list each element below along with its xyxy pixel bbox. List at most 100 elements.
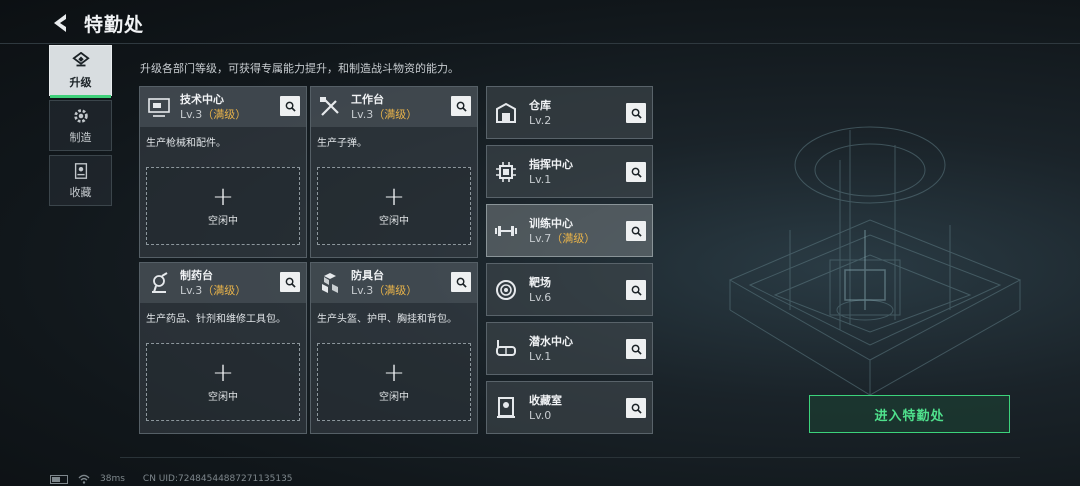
facility-name: 训练中心 bbox=[529, 216, 573, 230]
frame-top-line bbox=[0, 43, 1080, 44]
card-title: 制药台 bbox=[180, 269, 213, 282]
card-header: 工作台 Lv.3（满级） bbox=[311, 87, 477, 127]
card-title: 防具台 bbox=[351, 269, 384, 282]
card-level: Lv.3（满级） bbox=[180, 284, 247, 297]
card-header: 制药台 Lv.3（满级） bbox=[140, 263, 306, 303]
detail-search-button[interactable] bbox=[626, 221, 646, 241]
detail-search-button[interactable] bbox=[626, 339, 646, 359]
facility-level: Lv.2 bbox=[529, 113, 552, 127]
base-wireframe-art bbox=[728, 126, 1022, 396]
card-description: 生产头盔、护甲、胸挂和背包。 bbox=[317, 314, 457, 325]
facility-item-warehouse[interactable]: 仓库 Lv.2 bbox=[486, 86, 653, 139]
dumbbell-icon bbox=[493, 218, 519, 244]
display-case-icon bbox=[493, 395, 519, 421]
idle-production-slot[interactable]: + 空闲中 bbox=[146, 343, 300, 421]
card-level: Lv.3（满级） bbox=[180, 108, 247, 121]
detail-search-button[interactable] bbox=[626, 280, 646, 300]
back-arrow-icon bbox=[54, 14, 66, 32]
facility-name: 仓库 bbox=[529, 98, 551, 112]
search-icon bbox=[456, 277, 467, 288]
card-description: 生产药品、针剂和维修工具包。 bbox=[146, 314, 286, 325]
detail-search-button[interactable] bbox=[626, 103, 646, 123]
command-chip-icon bbox=[493, 159, 519, 185]
search-icon bbox=[631, 108, 642, 119]
facility-card-tech-center[interactable]: 技术中心 Lv.3（满级） 生产枪械和配件。 + 空闲中 bbox=[139, 86, 307, 258]
page-subtitle: 升级各部门等级，可获得专属能力提升，和制造战斗物资的能力。 bbox=[140, 62, 459, 75]
facility-item-diving-center[interactable]: 潜水中心 Lv.1 bbox=[486, 322, 653, 375]
tab-collection-label: 收藏 bbox=[69, 185, 92, 199]
search-icon bbox=[631, 226, 642, 237]
facility-name: 潜水中心 bbox=[529, 334, 573, 348]
plus-icon: + bbox=[212, 181, 234, 212]
collection-icon bbox=[74, 162, 87, 179]
slot-status: 空闲中 bbox=[379, 215, 409, 227]
search-icon bbox=[631, 285, 642, 296]
header: 特勤处 bbox=[50, 8, 144, 38]
detail-search-button[interactable] bbox=[451, 96, 471, 116]
facility-name: 靶场 bbox=[529, 275, 551, 289]
page-title: 特勤处 bbox=[84, 13, 145, 36]
facility-level: Lv.6 bbox=[529, 290, 552, 304]
tab-collection[interactable]: 收藏 bbox=[49, 155, 112, 206]
slot-status: 空闲中 bbox=[379, 391, 409, 403]
wifi-icon bbox=[78, 474, 90, 484]
plus-icon: + bbox=[383, 181, 405, 212]
ping-value: 38ms bbox=[100, 474, 125, 484]
detail-search-button[interactable] bbox=[280, 96, 300, 116]
facility-card-workbench[interactable]: 工作台 Lv.3（满级） 生产子弹。 + 空闲中 bbox=[310, 86, 478, 258]
search-icon bbox=[285, 101, 296, 112]
detail-search-button[interactable] bbox=[280, 272, 300, 292]
facility-item-collection-room[interactable]: 收藏室 Lv.0 bbox=[486, 381, 653, 434]
facility-card-armor-bench[interactable]: 防具台 Lv.3（满级） 生产头盔、护甲、胸挂和背包。 + 空闲中 bbox=[310, 262, 478, 434]
enter-special-ops-button[interactable]: 进入特勤处 bbox=[809, 395, 1010, 433]
search-icon bbox=[631, 403, 642, 414]
battery-icon bbox=[50, 474, 68, 484]
facility-item-command-center[interactable]: 指挥中心 Lv.1 bbox=[486, 145, 653, 198]
idle-production-slot[interactable]: + 空闲中 bbox=[317, 167, 471, 245]
facility-level: Lv.1 bbox=[529, 172, 552, 186]
card-title: 工作台 bbox=[351, 93, 384, 106]
status-footer: 38ms CN UID:7248454488727113513​5 bbox=[50, 474, 293, 484]
gear-icon bbox=[73, 108, 88, 123]
upgrade-icon bbox=[71, 51, 90, 66]
card-header: 技术中心 Lv.3（满级） bbox=[140, 87, 306, 127]
tab-craft[interactable]: 制造 bbox=[49, 100, 112, 151]
facility-level: Lv.1 bbox=[529, 349, 552, 363]
back-button[interactable] bbox=[50, 12, 72, 34]
card-level: Lv.3（满级） bbox=[351, 108, 418, 121]
card-description: 生产枪械和配件。 bbox=[146, 138, 226, 149]
facility-card-pharmacy[interactable]: 制药台 Lv.3（满级） 生产药品、针剂和维修工具包。 + 空闲中 bbox=[139, 262, 307, 434]
tab-craft-label: 制造 bbox=[69, 130, 92, 144]
detail-search-button[interactable] bbox=[626, 398, 646, 418]
detail-search-button[interactable] bbox=[626, 162, 646, 182]
facility-name: 指挥中心 bbox=[529, 157, 573, 171]
facility-level: Lv.7（满级） bbox=[529, 231, 596, 245]
player-uid: CN UID:7248454488727113513​5 bbox=[142, 474, 293, 484]
plus-icon: + bbox=[383, 357, 405, 388]
idle-production-slot[interactable]: + 空闲中 bbox=[146, 167, 300, 245]
slot-status: 空闲中 bbox=[208, 391, 238, 403]
tab-upgrade-label: 升级 bbox=[69, 75, 92, 89]
frame-bottom-line bbox=[120, 457, 1020, 458]
search-icon bbox=[631, 344, 642, 355]
search-icon bbox=[285, 277, 296, 288]
tech-center-icon bbox=[146, 94, 172, 120]
workbench-tools-icon bbox=[317, 94, 343, 120]
facility-item-shooting-range[interactable]: 靶场 Lv.6 bbox=[486, 263, 653, 316]
card-header: 防具台 Lv.3（满级） bbox=[311, 263, 477, 303]
microscope-icon bbox=[146, 270, 172, 296]
facility-item-training-center[interactable]: 训练中心 Lv.7（满级） bbox=[486, 204, 653, 257]
target-icon bbox=[493, 277, 519, 303]
detail-search-button[interactable] bbox=[451, 272, 471, 292]
slot-status: 空闲中 bbox=[208, 215, 238, 227]
plus-icon: + bbox=[212, 357, 234, 388]
facility-name: 收藏室 bbox=[529, 393, 562, 407]
card-title: 技术中心 bbox=[180, 93, 224, 106]
facility-level: Lv.0 bbox=[529, 408, 552, 422]
card-description: 生产子弹。 bbox=[317, 138, 367, 149]
search-icon bbox=[631, 167, 642, 178]
armor-boxes-icon bbox=[317, 270, 343, 296]
warehouse-icon bbox=[493, 100, 519, 126]
idle-production-slot[interactable]: + 空闲中 bbox=[317, 343, 471, 421]
tab-upgrade[interactable]: 升级 bbox=[49, 45, 112, 98]
